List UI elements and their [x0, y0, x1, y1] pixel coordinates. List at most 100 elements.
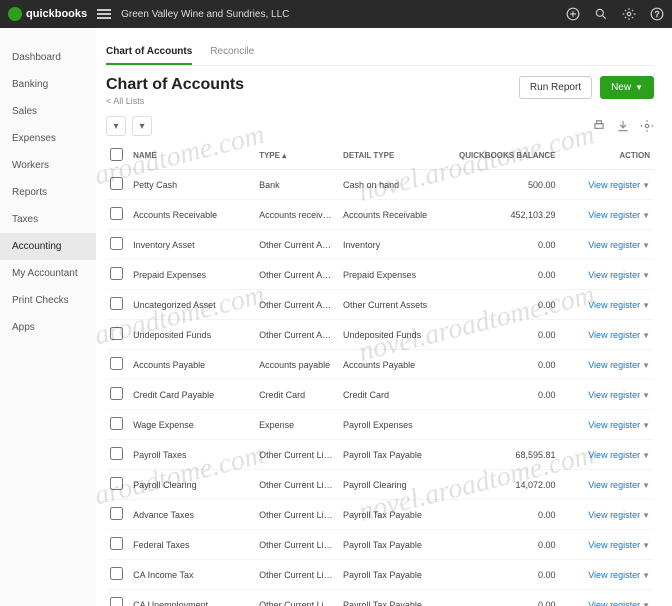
- batch-action-button[interactable]: ▾: [106, 116, 126, 136]
- sidebar-item-dashboard[interactable]: Dashboard: [0, 44, 96, 71]
- tab-chart-of-accounts[interactable]: Chart of Accounts: [106, 40, 192, 65]
- row-checkbox-cell[interactable]: [106, 230, 129, 260]
- row-checkbox[interactable]: [110, 237, 123, 250]
- run-report-button[interactable]: Run Report: [519, 76, 592, 99]
- help-icon[interactable]: ?: [650, 7, 664, 21]
- view-register-link[interactable]: View register: [588, 390, 640, 400]
- row-checkbox[interactable]: [110, 447, 123, 460]
- settings-icon[interactable]: [640, 119, 654, 133]
- view-register-link[interactable]: View register: [588, 540, 640, 550]
- chevron-down-icon[interactable]: ▼: [642, 301, 650, 310]
- chevron-down-icon[interactable]: ▼: [642, 541, 650, 550]
- row-checkbox-cell[interactable]: [106, 320, 129, 350]
- row-checkbox-cell[interactable]: [106, 470, 129, 500]
- row-checkbox[interactable]: [110, 567, 123, 580]
- row-checkbox-cell[interactable]: [106, 440, 129, 470]
- sidebar-item-accounting[interactable]: Accounting: [0, 233, 96, 260]
- cell-name: Prepaid Expenses: [129, 260, 255, 290]
- col-name[interactable]: NAME: [129, 142, 255, 170]
- row-checkbox[interactable]: [110, 417, 123, 430]
- chevron-down-icon[interactable]: ▼: [642, 601, 650, 606]
- row-checkbox[interactable]: [110, 327, 123, 340]
- chevron-down-icon[interactable]: ▼: [642, 181, 650, 190]
- export-icon[interactable]: [616, 119, 630, 133]
- view-register-link[interactable]: View register: [588, 210, 640, 220]
- cell-name: Inventory Asset: [129, 230, 255, 260]
- row-checkbox[interactable]: [110, 267, 123, 280]
- view-register-link[interactable]: View register: [588, 450, 640, 460]
- col-type[interactable]: TYPE ▴: [255, 142, 339, 170]
- col-balance[interactable]: QUICKBOOKS BALANCE: [444, 142, 559, 170]
- sidebar-item-expenses[interactable]: Expenses: [0, 125, 96, 152]
- sidebar-item-sales[interactable]: Sales: [0, 98, 96, 125]
- row-checkbox[interactable]: [110, 597, 123, 606]
- view-register-link[interactable]: View register: [588, 480, 640, 490]
- row-checkbox-cell[interactable]: [106, 500, 129, 530]
- company-name[interactable]: Green Valley Wine and Sundries, LLC: [121, 9, 556, 20]
- tab-reconcile[interactable]: Reconcile: [210, 40, 254, 65]
- filter-button[interactable]: ▾: [132, 116, 152, 136]
- chevron-down-icon[interactable]: ▼: [642, 571, 650, 580]
- row-checkbox-cell[interactable]: [106, 530, 129, 560]
- chevron-down-icon[interactable]: ▼: [642, 361, 650, 370]
- row-checkbox-cell[interactable]: [106, 260, 129, 290]
- chevron-down-icon[interactable]: ▼: [642, 511, 650, 520]
- sidebar-item-my-accountant[interactable]: My Accountant: [0, 260, 96, 287]
- view-register-link[interactable]: View register: [588, 300, 640, 310]
- chevron-down-icon[interactable]: ▼: [642, 451, 650, 460]
- view-register-link[interactable]: View register: [588, 510, 640, 520]
- view-register-link[interactable]: View register: [588, 240, 640, 250]
- row-checkbox[interactable]: [110, 507, 123, 520]
- row-checkbox-cell[interactable]: [106, 200, 129, 230]
- chevron-down-icon[interactable]: ▼: [642, 271, 650, 280]
- sidebar-item-banking[interactable]: Banking: [0, 71, 96, 98]
- view-register-link[interactable]: View register: [588, 420, 640, 430]
- row-checkbox[interactable]: [110, 387, 123, 400]
- cell-type: Other Current Liabilities: [255, 530, 339, 560]
- view-register-link[interactable]: View register: [588, 570, 640, 580]
- col-detail[interactable]: DETAIL TYPE: [339, 142, 444, 170]
- row-checkbox[interactable]: [110, 537, 123, 550]
- row-checkbox-cell[interactable]: [106, 380, 129, 410]
- sidebar-item-print-checks[interactable]: Print Checks: [0, 287, 96, 314]
- row-checkbox-cell[interactable]: [106, 590, 129, 606]
- view-register-link[interactable]: View register: [588, 360, 640, 370]
- chevron-down-icon[interactable]: ▼: [642, 391, 650, 400]
- row-checkbox[interactable]: [110, 357, 123, 370]
- row-checkbox-cell[interactable]: [106, 350, 129, 380]
- row-checkbox-cell[interactable]: [106, 290, 129, 320]
- select-all-checkbox[interactable]: [110, 148, 123, 161]
- page-breadcrumb[interactable]: < All Lists: [106, 96, 244, 106]
- view-register-link[interactable]: View register: [588, 600, 640, 606]
- checkbox-header[interactable]: [106, 142, 129, 170]
- cell-action: View register▼: [559, 530, 654, 560]
- search-icon[interactable]: [594, 7, 608, 21]
- sidebar-item-apps[interactable]: Apps: [0, 314, 96, 341]
- sidebar-item-taxes[interactable]: Taxes: [0, 206, 96, 233]
- chevron-down-icon[interactable]: ▼: [642, 211, 650, 220]
- row-checkbox-cell[interactable]: [106, 170, 129, 200]
- new-button[interactable]: New ▼: [600, 76, 654, 99]
- row-checkbox[interactable]: [110, 477, 123, 490]
- menu-icon[interactable]: [97, 9, 111, 19]
- main-content: novel.aroadtome.com novel.aroadtome.com …: [96, 28, 672, 606]
- chevron-down-icon[interactable]: ▼: [642, 241, 650, 250]
- view-register-link[interactable]: View register: [588, 270, 640, 280]
- plus-icon[interactable]: [566, 7, 580, 21]
- sidebar-item-reports[interactable]: Reports: [0, 179, 96, 206]
- table-row: Advance TaxesOther Current LiabilitiesPa…: [106, 500, 654, 530]
- row-checkbox[interactable]: [110, 207, 123, 220]
- sidebar-item-workers[interactable]: Workers: [0, 152, 96, 179]
- row-checkbox[interactable]: [110, 177, 123, 190]
- chevron-down-icon[interactable]: ▼: [642, 421, 650, 430]
- row-checkbox[interactable]: [110, 297, 123, 310]
- view-register-link[interactable]: View register: [588, 180, 640, 190]
- view-register-link[interactable]: View register: [588, 330, 640, 340]
- row-checkbox-cell[interactable]: [106, 560, 129, 590]
- cell-balance: 452,103.29: [444, 200, 559, 230]
- gear-icon[interactable]: [622, 7, 636, 21]
- print-icon[interactable]: [592, 119, 606, 133]
- chevron-down-icon[interactable]: ▼: [642, 481, 650, 490]
- row-checkbox-cell[interactable]: [106, 410, 129, 440]
- chevron-down-icon[interactable]: ▼: [642, 331, 650, 340]
